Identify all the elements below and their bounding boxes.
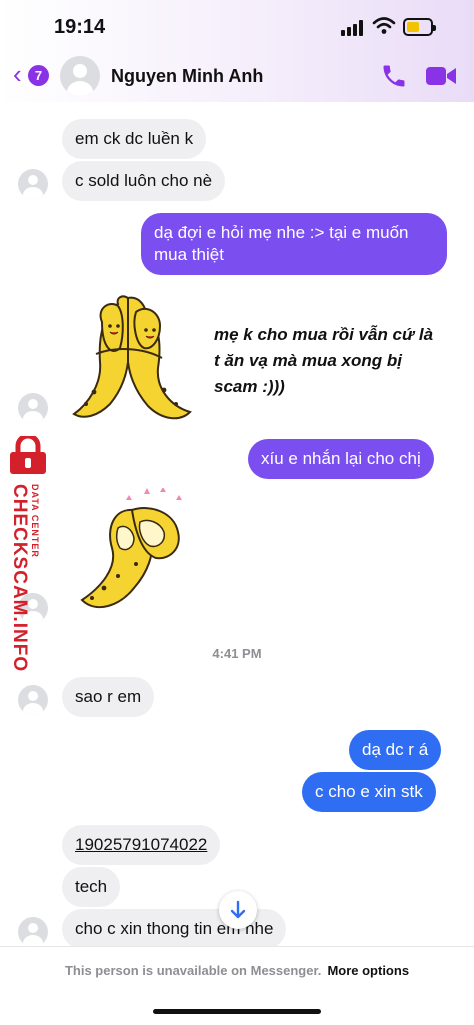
contact-name[interactable]: Nguyen Minh Anh <box>111 66 263 87</box>
signal-icon <box>341 20 367 36</box>
status-time: 19:14 <box>54 16 106 38</box>
banana-sticker[interactable] <box>74 488 192 616</box>
sender-avatar <box>18 169 48 199</box>
message-incoming[interactable]: tech <box>62 867 121 907</box>
scroll-down-button[interactable] <box>219 891 257 929</box>
back-chevron-icon[interactable]: ‹ <box>13 61 22 87</box>
account-number-link[interactable]: 19025791074022 <box>62 825 221 865</box>
lock-icon <box>10 436 46 474</box>
message-outgoing[interactable]: xíu e nhắn lại cho chị <box>248 439 434 479</box>
footer-bar: This person is unavailable on Messenger.… <box>0 946 474 1025</box>
watermark-brand: CHECKSCAM.INFO <box>9 484 30 673</box>
message-outgoing[interactable]: c cho e xin stk <box>302 772 436 812</box>
sender-avatar <box>18 917 48 947</box>
contact-avatar[interactable] <box>60 56 100 96</box>
home-indicator[interactable] <box>153 1009 321 1014</box>
phone-icon[interactable] <box>380 62 408 90</box>
sticker-caption-text: mẹ k cho mua rồi vẫn cứ là t ăn vạ mà mu… <box>214 325 434 396</box>
unread-count-badge: 7 <box>28 65 49 86</box>
sender-avatar <box>18 685 48 715</box>
unavailable-notice: This person is unavailable on Messenger. <box>64 963 322 978</box>
arrow-down-icon <box>230 900 246 919</box>
message-incoming[interactable]: em ck dc luền k <box>62 119 207 159</box>
message-incoming[interactable]: sao r em <box>62 677 155 717</box>
time-separator: 4:41 PM <box>212 646 262 661</box>
sender-avatar <box>18 393 48 423</box>
wifi-icon <box>372 17 396 34</box>
more-options-link[interactable]: More options <box>327 963 409 978</box>
message-outgoing[interactable]: dạ dc r á <box>349 730 442 770</box>
battery-icon <box>403 18 436 36</box>
video-camera-icon[interactable] <box>425 64 457 88</box>
banana-sticker[interactable] <box>66 292 194 426</box>
message-outgoing[interactable]: dạ đợi e hỏi mẹ nhe :> tại e muốn mua th… <box>141 213 447 275</box>
message-incoming[interactable]: c sold luôn cho nè <box>62 161 226 201</box>
watermark-subtitle: DATA CENTER <box>30 484 40 558</box>
